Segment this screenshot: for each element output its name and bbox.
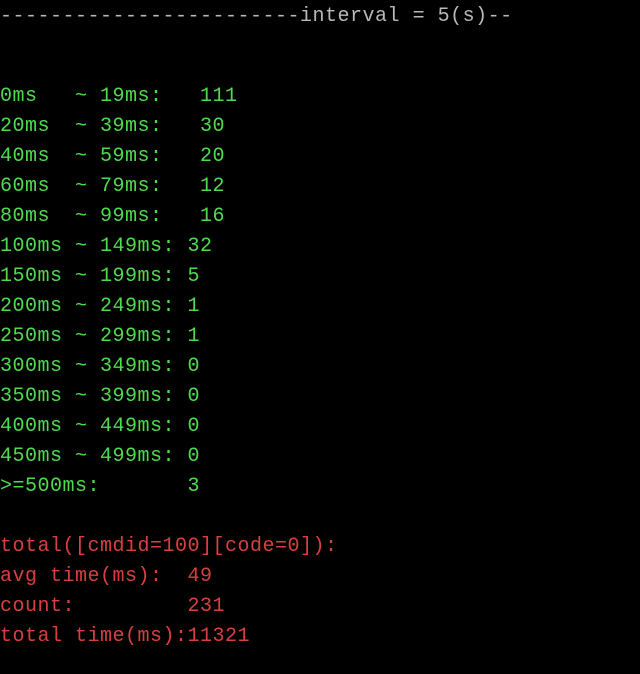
hist-row: 40ms ~ 59ms: 20 [0,142,640,172]
hist-count: 0 [188,415,201,438]
summary-label: avg time(ms): [0,565,188,588]
summary-value: 231 [188,595,226,618]
summary-block: total([cmdid=100][code=0]): avg time(ms)… [0,532,640,652]
hist-count: 5 [188,265,201,288]
hist-range: 200ms ~ 249ms: [0,295,188,318]
hist-range: 250ms ~ 299ms: [0,325,188,348]
hist-range: 0ms ~ 19ms: [0,85,200,108]
summary-row: count: 231 [0,592,640,622]
latency-histogram: 0ms ~ 19ms: 111 20ms ~ 39ms: 30 40ms ~ 5… [0,82,640,502]
hist-range: 350ms ~ 399ms: [0,385,188,408]
hist-row: 20ms ~ 39ms: 30 [0,112,640,142]
hist-count: 30 [200,115,225,138]
summary-row: avg time(ms): 49 [0,562,640,592]
hist-count: 111 [200,85,238,108]
hist-row: 200ms ~ 249ms: 1 [0,292,640,322]
summary-title: total([cmdid=100][code=0]): [0,532,640,562]
hist-range: 20ms ~ 39ms: [0,115,200,138]
hist-count: 0 [188,355,201,378]
hist-range: 150ms ~ 199ms: [0,265,188,288]
hist-count: 1 [188,325,201,348]
summary-label: count: [0,595,188,618]
hist-range: 300ms ~ 349ms: [0,355,188,378]
hist-count: 0 [188,385,201,408]
hist-row: 400ms ~ 449ms: 0 [0,412,640,442]
hist-row: 350ms ~ 399ms: 0 [0,382,640,412]
hist-count: 1 [188,295,201,318]
hist-row: 100ms ~ 149ms: 32 [0,232,640,262]
hist-range: 40ms ~ 59ms: [0,145,200,168]
hist-range: 450ms ~ 499ms: [0,445,188,468]
hist-row: 150ms ~ 199ms: 5 [0,262,640,292]
hist-count: 32 [188,235,213,258]
hist-row: 450ms ~ 499ms: 0 [0,442,640,472]
hist-row: >=500ms: 3 [0,472,640,502]
hist-row: 0ms ~ 19ms: 111 [0,82,640,112]
hist-range: >=500ms: [0,475,188,498]
summary-value: 11321 [188,625,251,648]
hist-count: 0 [188,445,201,468]
hist-range: 60ms ~ 79ms: [0,175,200,198]
hist-count: 3 [188,475,201,498]
hist-range: 80ms ~ 99ms: [0,205,200,228]
interval-header: ------------------------interval = 5(s)-… [0,0,640,52]
hist-count: 20 [200,145,225,168]
hist-range: 400ms ~ 449ms: [0,415,188,438]
hist-row: 60ms ~ 79ms: 12 [0,172,640,202]
hist-count: 16 [200,205,225,228]
summary-row: total time(ms):11321 [0,622,640,652]
hist-range: 100ms ~ 149ms: [0,235,188,258]
hist-count: 12 [200,175,225,198]
hist-row: 250ms ~ 299ms: 1 [0,322,640,352]
summary-value: 49 [188,565,213,588]
hist-row: 300ms ~ 349ms: 0 [0,352,640,382]
summary-label: total time(ms): [0,625,188,648]
hist-row: 80ms ~ 99ms: 16 [0,202,640,232]
